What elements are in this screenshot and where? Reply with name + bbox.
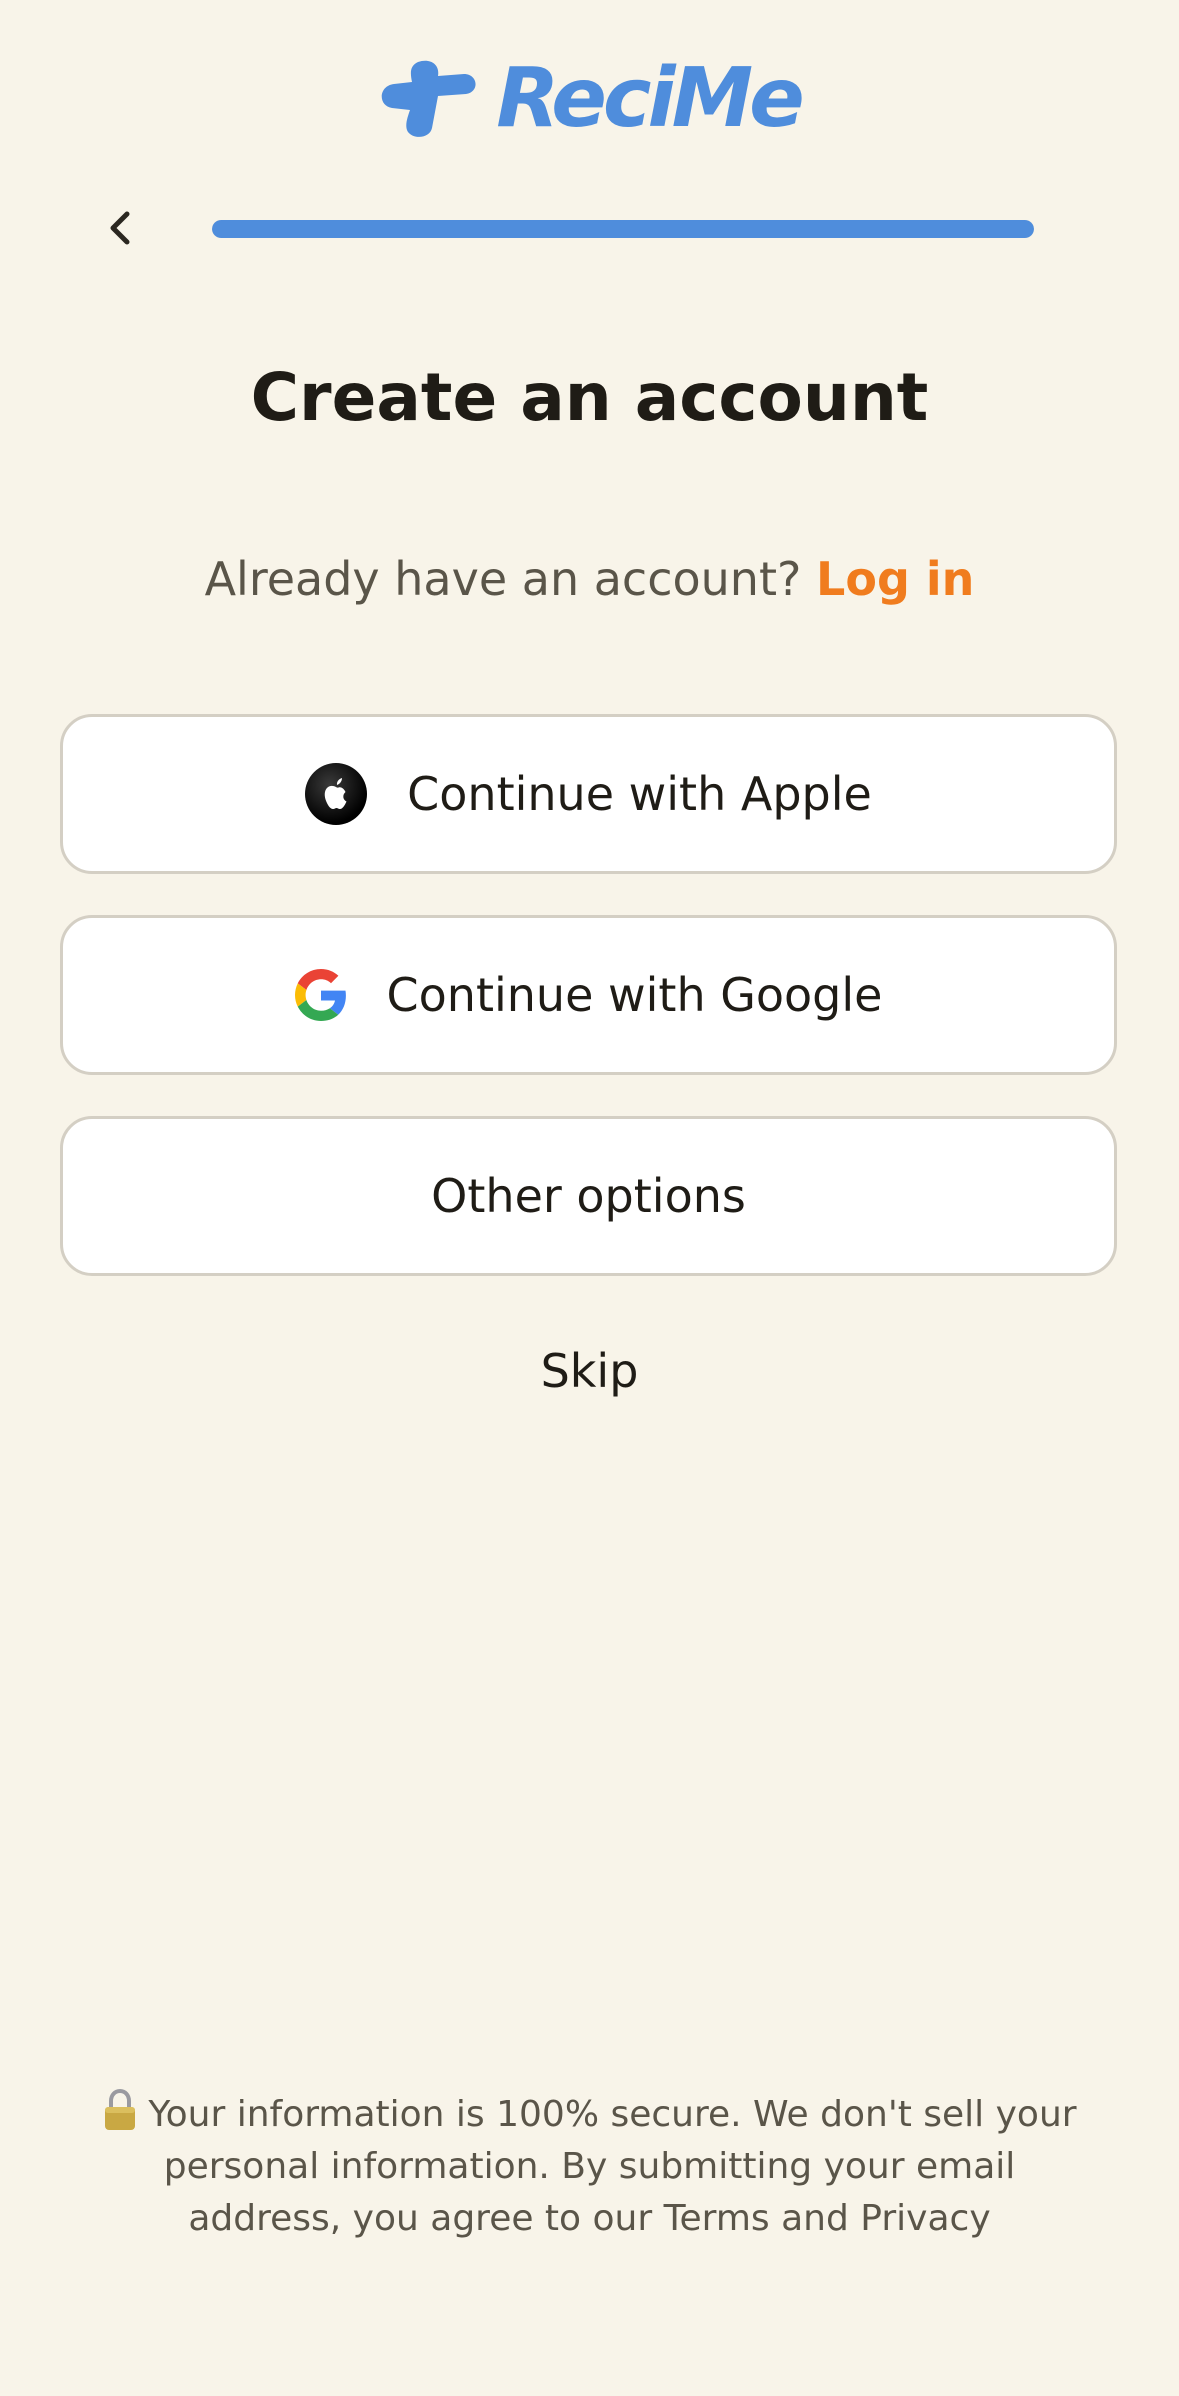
apple-icon <box>305 763 368 825</box>
skip-button[interactable]: Skip <box>0 1344 1179 1399</box>
login-link[interactable]: Log in <box>816 552 974 606</box>
recime-logo-icon <box>381 60 476 137</box>
security-disclaimer: Your information is 100% secure. We don'… <box>90 2088 1089 2245</box>
back-button[interactable] <box>92 200 148 256</box>
chevron-left-icon <box>110 211 130 245</box>
continue-with-google-button[interactable]: Continue with Google <box>60 915 1117 1075</box>
other-options-button[interactable]: Other options <box>60 1116 1117 1276</box>
app-logo: ReciMe <box>0 58 1179 140</box>
progress-bar-fill <box>212 220 1034 238</box>
privacy-link[interactable]: Privacy <box>860 2198 990 2239</box>
google-icon <box>294 969 346 1021</box>
disclaimer-and: and <box>781 2198 849 2239</box>
continue-with-google-label: Continue with Google <box>386 968 883 1022</box>
progress-bar <box>212 220 1034 238</box>
continue-with-apple-button[interactable]: Continue with Apple <box>60 714 1117 874</box>
terms-link[interactable]: Terms <box>664 2198 770 2239</box>
lock-icon <box>105 2088 136 2130</box>
continue-with-apple-label: Continue with Apple <box>407 767 872 821</box>
app-name: ReciMe <box>496 51 805 146</box>
login-prompt-text: Already have an account? <box>204 552 802 606</box>
login-prompt-row: Already have an account? Log in <box>0 552 1179 607</box>
page-title: Create an account <box>250 359 929 436</box>
other-options-label: Other options <box>431 1169 746 1223</box>
